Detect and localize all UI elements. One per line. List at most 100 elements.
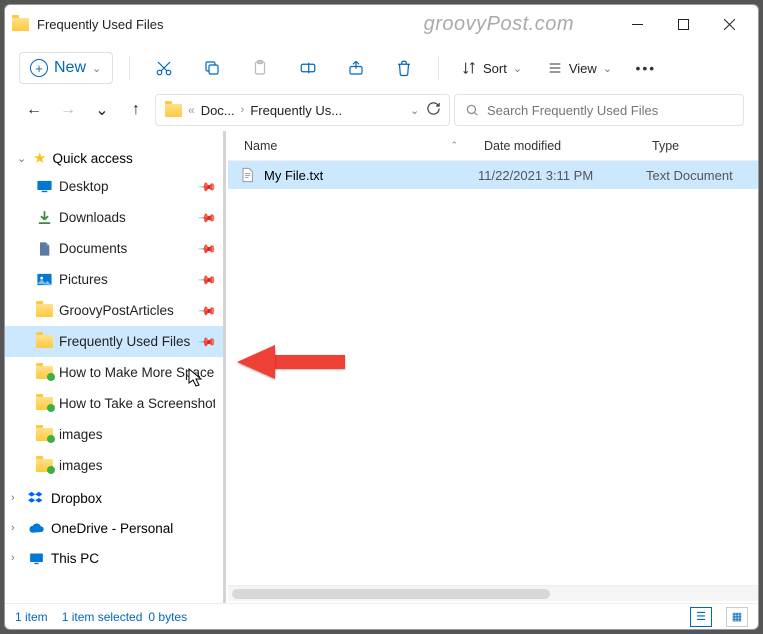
folder-shared-icon: [35, 395, 53, 413]
sidebar-item-label: Downloads: [59, 210, 194, 225]
folder-icon: [35, 333, 53, 351]
column-type[interactable]: Type: [646, 135, 685, 157]
sidebar-item-groovypostarticles[interactable]: GroovyPostArticles 📌: [5, 295, 223, 326]
sidebar-section-onedrive[interactable]: › OneDrive - Personal: [5, 511, 223, 541]
desktop-icon: [35, 178, 53, 196]
pin-icon: 📌: [197, 331, 217, 351]
chevron-right-icon: ›: [11, 492, 21, 504]
folder-icon: [35, 302, 53, 320]
sidebar-item-how-to-make-space[interactable]: How to Make More Space Av: [5, 357, 223, 388]
maximize-button[interactable]: [660, 8, 706, 40]
address-bar[interactable]: « Doc... › Frequently Us... ⌄: [155, 94, 450, 126]
sidebar-item-label: How to Make More Space Av: [59, 365, 215, 380]
sidebar-item-desktop[interactable]: Desktop 📌: [5, 171, 223, 202]
star-icon: ★: [33, 149, 46, 167]
view-label: View: [569, 61, 597, 76]
chevron-down-icon: ⌄: [603, 62, 613, 75]
file-row[interactable]: My File.txt 11/22/2021 3:11 PM Text Docu…: [228, 161, 758, 189]
sidebar-item-label: GroovyPostArticles: [59, 303, 194, 318]
sidebar-item-label: images: [59, 427, 215, 442]
navigation-bar: ← → ⌄ ↑ « Doc... › Frequently Us... ⌄: [5, 93, 758, 131]
new-button[interactable]: + New ⌄: [19, 52, 113, 84]
chevron-right-icon: ›: [241, 104, 245, 116]
breadcrumb-seg[interactable]: Doc...: [201, 103, 235, 118]
status-size: 0 bytes: [148, 610, 187, 624]
more-button[interactable]: •••: [631, 53, 661, 83]
pin-icon: 📌: [197, 269, 217, 289]
chevron-down-icon: ⌄: [513, 62, 523, 75]
sidebar-item-label: Pictures: [59, 272, 194, 287]
column-headers: Name⌃ Date modified Type: [228, 131, 758, 161]
forward-button[interactable]: →: [53, 95, 83, 125]
document-icon: [35, 240, 53, 258]
download-icon: [35, 209, 53, 227]
sidebar-item-pictures[interactable]: Pictures 📌: [5, 264, 223, 295]
quick-access-header[interactable]: ⌄ ★ Quick access: [5, 145, 223, 171]
details-view-button[interactable]: ☰: [690, 607, 712, 627]
search-box[interactable]: [454, 94, 744, 126]
sidebar-item-images-2[interactable]: images: [5, 450, 223, 481]
chevron-right-icon: ›: [11, 522, 21, 534]
breadcrumb-seg[interactable]: Frequently Us...: [250, 103, 342, 118]
dropbox-label: Dropbox: [51, 491, 102, 506]
sidebar-item-label: Documents: [59, 241, 194, 256]
watermark: groovyPost.com: [424, 13, 574, 36]
sidebar-item-documents[interactable]: Documents 📌: [5, 233, 223, 264]
onedrive-label: OneDrive - Personal: [51, 521, 173, 536]
folder-icon: [11, 15, 29, 33]
folder-shared-icon: [35, 364, 53, 382]
refresh-button[interactable]: [426, 101, 441, 119]
file-type: Text Document: [646, 168, 758, 183]
horizontal-scrollbar[interactable]: [228, 585, 758, 601]
folder-icon: [164, 101, 182, 119]
chevron-right-icon: ›: [11, 552, 21, 564]
quick-access-label: Quick access: [52, 151, 132, 166]
recent-locations-button[interactable]: ⌄: [87, 95, 117, 125]
back-button[interactable]: ←: [19, 95, 49, 125]
splitter[interactable]: [223, 131, 226, 603]
sidebar-section-thispc[interactable]: › This PC: [5, 541, 223, 571]
thispc-label: This PC: [51, 551, 99, 566]
chevrons-icon: «: [188, 103, 195, 117]
folder-shared-icon: [35, 457, 53, 475]
file-name: My File.txt: [264, 168, 323, 183]
column-date[interactable]: Date modified: [478, 135, 567, 157]
view-button[interactable]: View ⌄: [541, 51, 619, 85]
pin-icon: 📌: [197, 238, 217, 258]
text-file-icon: [238, 166, 256, 184]
sidebar-item-how-to-screenshot[interactable]: How to Take a Screenshot on: [5, 388, 223, 419]
thumbnails-view-button[interactable]: ▦: [726, 607, 748, 627]
rename-button[interactable]: [290, 50, 326, 86]
navigation-pane: ⌄ ★ Quick access Desktop 📌 Downloads 📌 D…: [5, 131, 223, 603]
sidebar-item-images[interactable]: images: [5, 419, 223, 450]
file-date: 11/22/2021 3:11 PM: [478, 168, 646, 183]
toolbar: + New ⌄ Sort ⌄ View ⌄ •••: [5, 43, 758, 93]
sidebar-section-dropbox[interactable]: › Dropbox: [5, 481, 223, 511]
cut-button[interactable]: [146, 50, 182, 86]
paste-button[interactable]: [242, 50, 278, 86]
sidebar-item-downloads[interactable]: Downloads 📌: [5, 202, 223, 233]
sidebar-item-frequently-used-files[interactable]: Frequently Used Files 📌: [5, 326, 223, 357]
chevron-down-icon[interactable]: ⌄: [410, 104, 420, 117]
sort-label: Sort: [483, 61, 507, 76]
minimize-button[interactable]: [614, 8, 660, 40]
sidebar-item-label: How to Take a Screenshot on: [59, 396, 215, 411]
column-name[interactable]: Name: [238, 135, 283, 157]
window-title: Frequently Used Files: [37, 17, 163, 32]
copy-button[interactable]: [194, 50, 230, 86]
sort-button[interactable]: Sort ⌄: [455, 51, 529, 85]
status-item-count: 1 item: [15, 610, 48, 624]
delete-button[interactable]: [386, 50, 422, 86]
share-button[interactable]: [338, 50, 374, 86]
chevron-down-icon: ⌄: [92, 62, 102, 75]
pin-icon: 📌: [197, 300, 217, 320]
status-selection: 1 item selected: [62, 610, 143, 624]
pin-icon: 📌: [197, 207, 217, 227]
sidebar-item-label: images: [59, 458, 215, 473]
pc-icon: [27, 549, 45, 567]
search-input[interactable]: [487, 103, 733, 118]
pictures-icon: [35, 271, 53, 289]
close-button[interactable]: [706, 8, 752, 40]
status-bar: 1 item 1 item selected 0 bytes ☰ ▦: [5, 603, 758, 629]
up-button[interactable]: ↑: [121, 95, 151, 125]
